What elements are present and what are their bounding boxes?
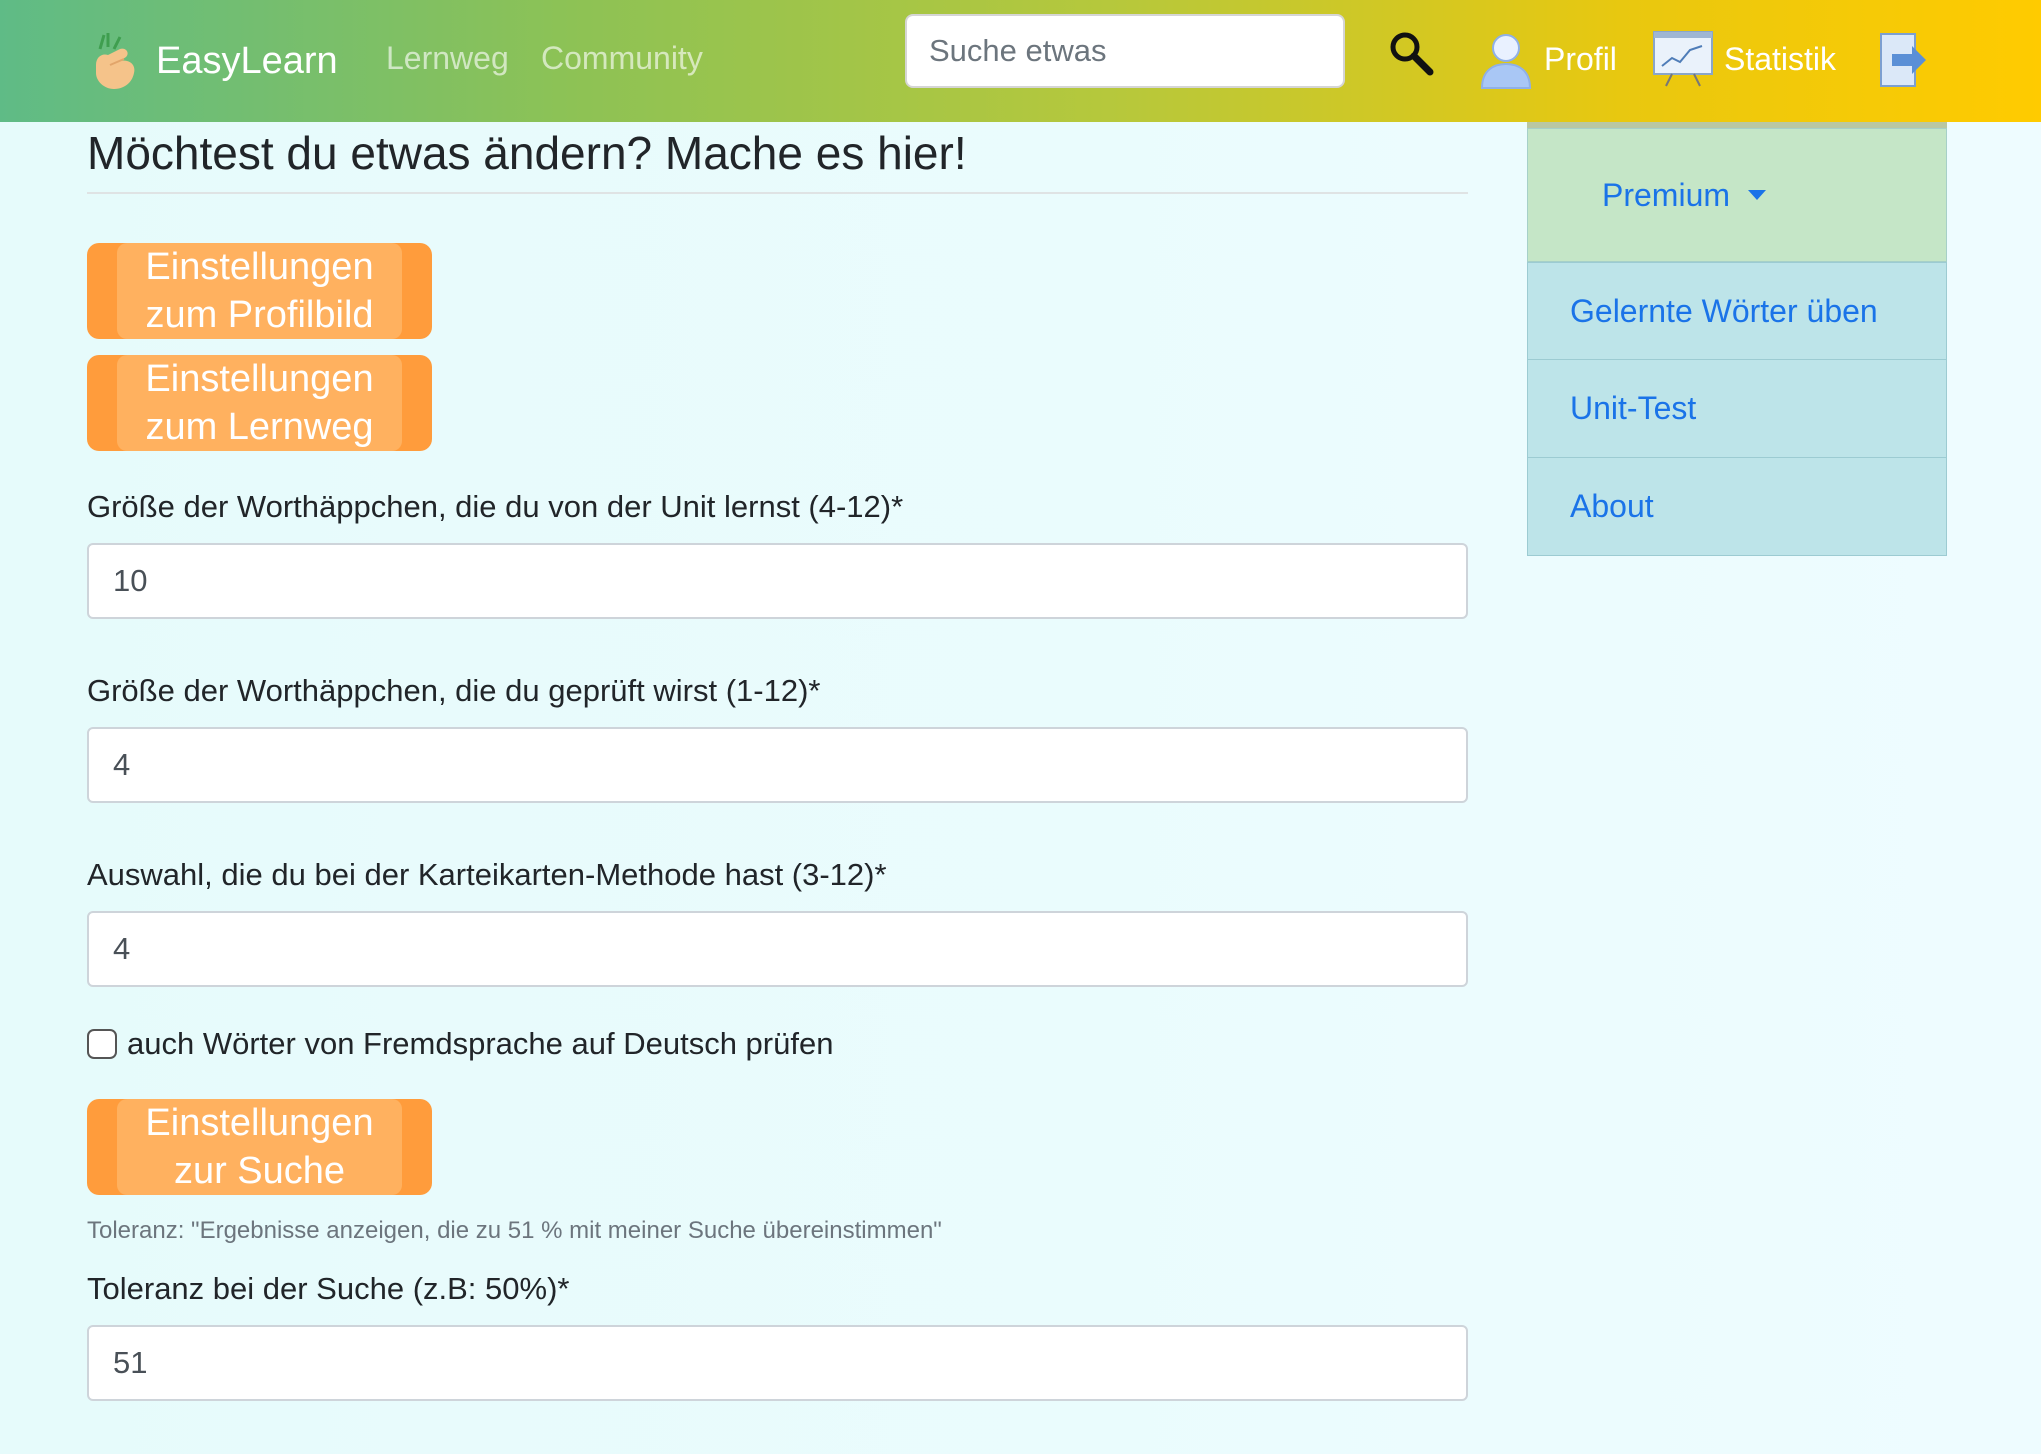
unit-chunk-size-input[interactable]: [87, 543, 1468, 619]
sidebar-item-practice-words[interactable]: Gelernte Wörter üben: [1527, 262, 1947, 360]
sidebar-item-about[interactable]: About: [1527, 458, 1947, 556]
test-chunk-size-input[interactable]: [87, 727, 1468, 803]
test-chunk-size-label: Größe der Worthäppchen, die du geprüft w…: [87, 673, 821, 708]
logout-arrow-icon[interactable]: [1878, 30, 1928, 90]
learning-path-settings-label: Einstellungen zum Lernweg: [117, 355, 402, 451]
premium-label: Premium: [1602, 176, 1731, 213]
nav-link-lernweg[interactable]: Lernweg: [386, 40, 509, 77]
statistics-chart-icon: [1653, 31, 1713, 87]
premium-dropdown[interactable]: Premium: [1527, 128, 1947, 262]
caret-down-icon: [1748, 190, 1767, 200]
unit-chunk-size-label: Größe der Worthäppchen, die du von der U…: [87, 489, 904, 524]
magnifier-search-icon[interactable]: [1386, 28, 1436, 78]
nav-profil[interactable]: Profil: [1476, 24, 1617, 94]
page-title: Möchtest du etwas ändern? Mache es hier!: [87, 127, 967, 179]
profile-picture-settings-label: Einstellungen zum Profilbild: [117, 243, 402, 339]
foreign-to-german-checkbox[interactable]: [87, 1029, 117, 1059]
sidebar-item-label: Gelernte Wörter üben: [1570, 292, 1878, 329]
search-settings-button[interactable]: Einstellungen zur Suche: [87, 1099, 432, 1195]
top-navbar: EasyLearn Lernweg Community Profil Stati…: [0, 0, 2041, 122]
nav-link-community[interactable]: Community: [541, 40, 703, 77]
brand[interactable]: EasyLearn: [90, 28, 338, 94]
nav-statistik-label: Statistik: [1724, 40, 1837, 77]
flashcard-choices-input[interactable]: [87, 911, 1468, 987]
flashcard-choices-label: Auswahl, die du bei der Karteikarten-Met…: [87, 857, 887, 892]
foreign-to-german-check-row: auch Wörter von Fremdsprache auf Deutsch…: [87, 1026, 833, 1062]
search-input[interactable]: [905, 14, 1345, 88]
title-divider: [87, 192, 1468, 194]
profile-picture-settings-button[interactable]: Einstellungen zum Profilbild: [87, 243, 432, 339]
tolerance-hint: Toleranz: "Ergebnisse anzeigen, die zu 5…: [87, 1217, 942, 1244]
nav-statistik[interactable]: Statistik: [1652, 24, 1836, 94]
search-settings-label: Einstellungen zur Suche: [117, 1099, 402, 1195]
foreign-to-german-label[interactable]: auch Wörter von Fremdsprache auf Deutsch…: [127, 1026, 833, 1062]
sidebar-item-label: Unit-Test: [1570, 390, 1697, 426]
user-icon: [1480, 34, 1532, 89]
brand-name: EasyLearn: [156, 39, 338, 82]
learning-path-settings-button[interactable]: Einstellungen zum Lernweg: [87, 355, 432, 451]
nav-profil-label: Profil: [1544, 40, 1617, 77]
search-tolerance-input[interactable]: [87, 1325, 1468, 1401]
sidebar-item-label: About: [1570, 488, 1654, 524]
sidebar-item-unit-test[interactable]: Unit-Test: [1527, 360, 1947, 458]
hand-logo-icon: [96, 33, 135, 89]
search-tolerance-label: Toleranz bei der Suche (z.B: 50%)*: [87, 1271, 570, 1306]
